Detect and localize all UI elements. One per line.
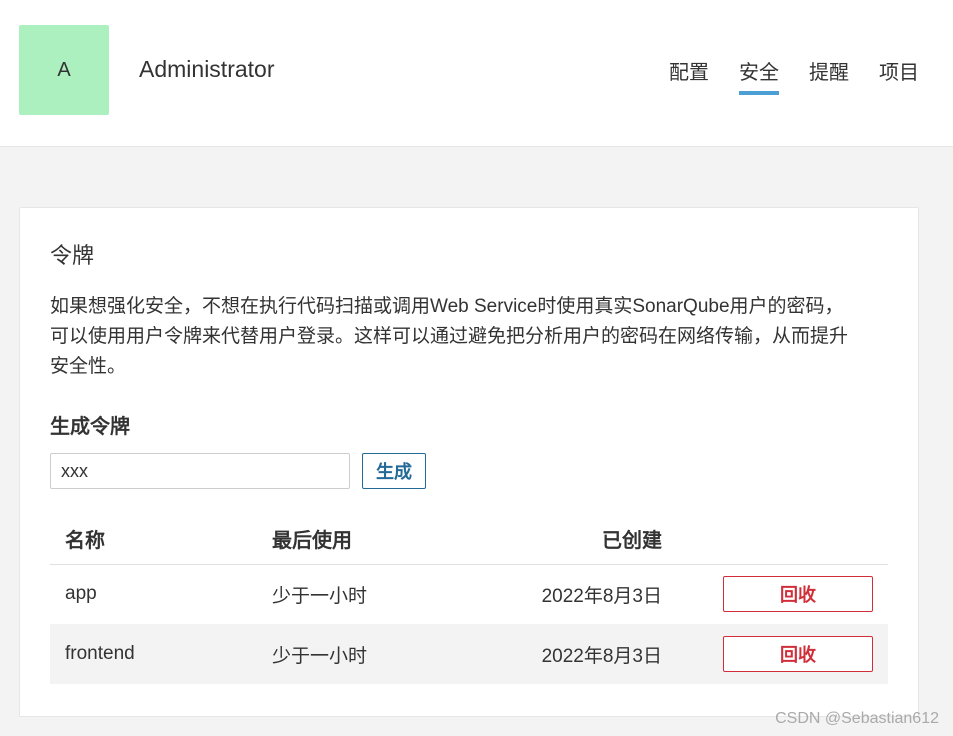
generate-button[interactable]: 生成 [362,453,426,489]
account-nav: 配置 安全 提醒 项目 [669,56,919,95]
token-created: 2022年8月3日 [447,624,677,684]
card-title: 令牌 [50,243,95,268]
tokens-card: 令牌 如果想强化安全，不想在执行代码扫描或调用Web Service时使用真实S… [19,207,919,717]
top-bar: A Administrator 配置 安全 提醒 项目 [0,0,953,147]
token-last-used: 少于一小时 [257,624,447,684]
tokens-table: 名称 最后使用 已创建 app 少于一小时 2022年8月3日 回收 front… [50,514,888,684]
column-header-action [677,514,888,565]
token-last-used: 少于一小时 [272,585,368,607]
avatar: A [19,25,109,115]
tab-settings[interactable]: 配置 [669,56,709,93]
token-created: 2022年8月3日 [541,585,662,607]
column-header-created: 已创建 [447,514,677,565]
generate-token-title: 生成令牌 [50,416,130,438]
column-header-last-used: 最后使用 [257,514,447,565]
tab-projects[interactable]: 项目 [879,56,919,93]
revoke-button[interactable]: 回收 [723,576,873,613]
revoke-button[interactable]: 回收 [723,636,873,672]
token-name: app [65,583,97,605]
table-row: app 少于一小时 2022年8月3日 回收 [50,564,888,624]
username: Administrator [139,56,275,82]
tab-security[interactable]: 安全 [739,56,779,95]
token-action-cell: 回收 [677,564,888,624]
table-row: frontend 少于一小时 2022年8月3日 回收 [50,624,888,684]
column-header-name: 名称 [50,514,257,565]
tab-notifications[interactable]: 提醒 [809,56,849,93]
token-action-cell: 回收 [677,624,888,684]
token-name: frontend [50,624,257,684]
table-header-row: 名称 最后使用 已创建 [50,514,888,565]
tokens-description: 如果想强化安全，不想在执行代码扫描或调用Web Service时使用真实Sona… [50,296,849,377]
token-name-input[interactable] [50,453,350,489]
watermark: CSDN @Sebastian612 [775,710,939,727]
